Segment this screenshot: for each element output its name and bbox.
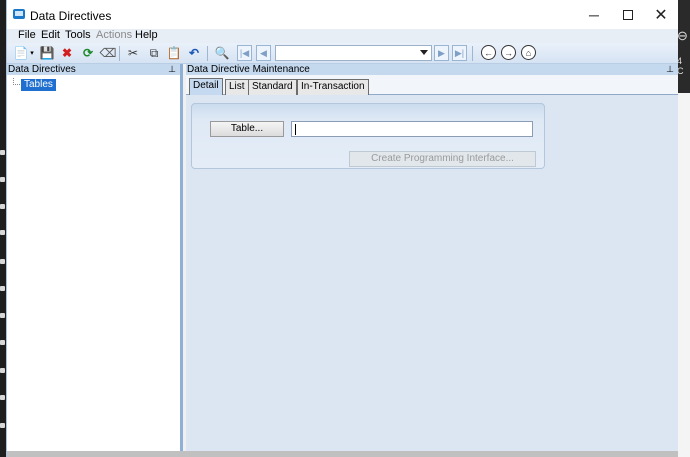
menu-tools[interactable]: Tools (65, 29, 91, 41)
pin-icon[interactable]: ⊥ (666, 64, 674, 75)
data-directive-maintenance-pane: Data Directive Maintenance ⊥ Detail List… (186, 64, 678, 457)
close-icon: ✕ (654, 6, 668, 24)
first-record-button[interactable]: |◀ (237, 45, 252, 61)
delete-icon[interactable]: ✖ (59, 45, 75, 61)
toolbar-separator (207, 46, 208, 61)
last-record-button[interactable]: ▶| (452, 45, 467, 61)
undo-icon[interactable]: ↶ (186, 45, 202, 61)
background-mark (0, 368, 5, 373)
text-caret (295, 124, 296, 135)
clear-icon[interactable]: ⌫ (100, 45, 117, 61)
pin-icon[interactable]: ⊥ (168, 64, 176, 75)
tab-strip: Detail List Standard In-Transaction (186, 75, 678, 95)
background-mark (0, 230, 5, 235)
app-icon (13, 9, 25, 19)
last-record-icon: ▶| (454, 47, 465, 58)
maintenance-pane-header: Data Directive Maintenance ⊥ (186, 64, 678, 75)
menu-file[interactable]: File (18, 29, 36, 41)
chevron-down-icon (420, 50, 428, 55)
refresh-icon[interactable]: ⟳ (80, 45, 96, 61)
minimize-button[interactable]: ─ (577, 0, 611, 29)
tree-connector (13, 78, 20, 85)
tree-pane-header: Data Directives ⊥ (7, 64, 180, 75)
menu-actions[interactable]: Actions (96, 29, 132, 41)
tab-list[interactable]: List (225, 79, 249, 95)
table-button[interactable]: Table... (210, 121, 284, 137)
background-mark (0, 177, 5, 182)
toolbar: 📄 ▾ 💾 ✖ ⟳ ⌫ ✂ ⧉ 📋 ↶ 🔍 |◀ ◀ ▶ ▶| ← → ⌂ (7, 43, 678, 64)
menu-bar: File Edit Tools Actions Help (7, 29, 678, 43)
next-record-icon: ▶ (438, 47, 445, 58)
menu-edit[interactable]: Edit (41, 29, 60, 41)
background-right-strip: ⊖ 4 C (677, 0, 690, 457)
new-icon[interactable]: 📄 (13, 45, 29, 61)
background-mark (0, 150, 5, 155)
background-mark (0, 423, 5, 428)
tab-in-transaction[interactable]: In-Transaction (297, 79, 369, 95)
cut-icon[interactable]: ✂ (125, 45, 141, 61)
background-mark (0, 340, 5, 345)
data-directives-window: Data Directives ─ ✕ File Edit Tools Acti… (6, 0, 678, 457)
detail-group-box: Table... Create Programming Interface... (191, 103, 545, 169)
background-panel (677, 93, 690, 457)
create-programming-interface-button[interactable]: Create Programming Interface... (349, 151, 536, 167)
data-directives-tree-pane: Data Directives ⊥ Tables (7, 64, 183, 457)
previous-record-icon: ◀ (260, 47, 267, 58)
background-text: 4 C (677, 56, 684, 76)
tab-standard[interactable]: Standard (248, 79, 297, 95)
forward-arrow-icon: → (504, 47, 513, 58)
find-icon[interactable]: 🔍 (214, 45, 230, 61)
background-mark (0, 204, 5, 209)
paste-icon[interactable]: 📋 (166, 45, 182, 61)
menu-help[interactable]: Help (135, 29, 158, 41)
table-input[interactable] (291, 121, 533, 137)
window-title: Data Directives (30, 9, 112, 23)
tree-item-tables[interactable]: Tables (21, 79, 56, 91)
save-icon[interactable]: 💾 (39, 45, 55, 61)
new-dropdown-icon[interactable]: ▾ (28, 45, 36, 61)
back-arrow-icon: ← (484, 47, 493, 58)
toolbar-separator (472, 46, 473, 61)
background-mark (0, 259, 5, 264)
minimize-icon: ─ (589, 6, 599, 23)
maximize-button[interactable] (611, 0, 645, 29)
background-icon: ⊖ (677, 28, 688, 43)
maximize-icon (623, 9, 633, 20)
home-button[interactable]: ⌂ (521, 45, 536, 60)
back-button[interactable]: ← (481, 45, 496, 60)
status-bar (7, 451, 678, 457)
close-button[interactable]: ✕ (644, 0, 678, 29)
next-record-button[interactable]: ▶ (434, 45, 449, 61)
first-record-icon: |◀ (239, 47, 250, 58)
maintenance-pane-title: Data Directive Maintenance (187, 64, 310, 75)
background-mark (0, 395, 5, 400)
toolbar-separator (119, 46, 120, 61)
record-selector[interactable] (275, 45, 432, 61)
tree-pane-title: Data Directives (8, 64, 76, 75)
tab-detail[interactable]: Detail (189, 78, 223, 95)
copy-icon[interactable]: ⧉ (146, 45, 162, 61)
previous-record-button[interactable]: ◀ (256, 45, 271, 61)
background-mark (0, 313, 5, 318)
title-bar[interactable]: Data Directives ─ ✕ (7, 0, 678, 29)
forward-button[interactable]: → (501, 45, 516, 60)
background-mark (0, 286, 5, 291)
home-icon: ⌂ (525, 47, 532, 58)
